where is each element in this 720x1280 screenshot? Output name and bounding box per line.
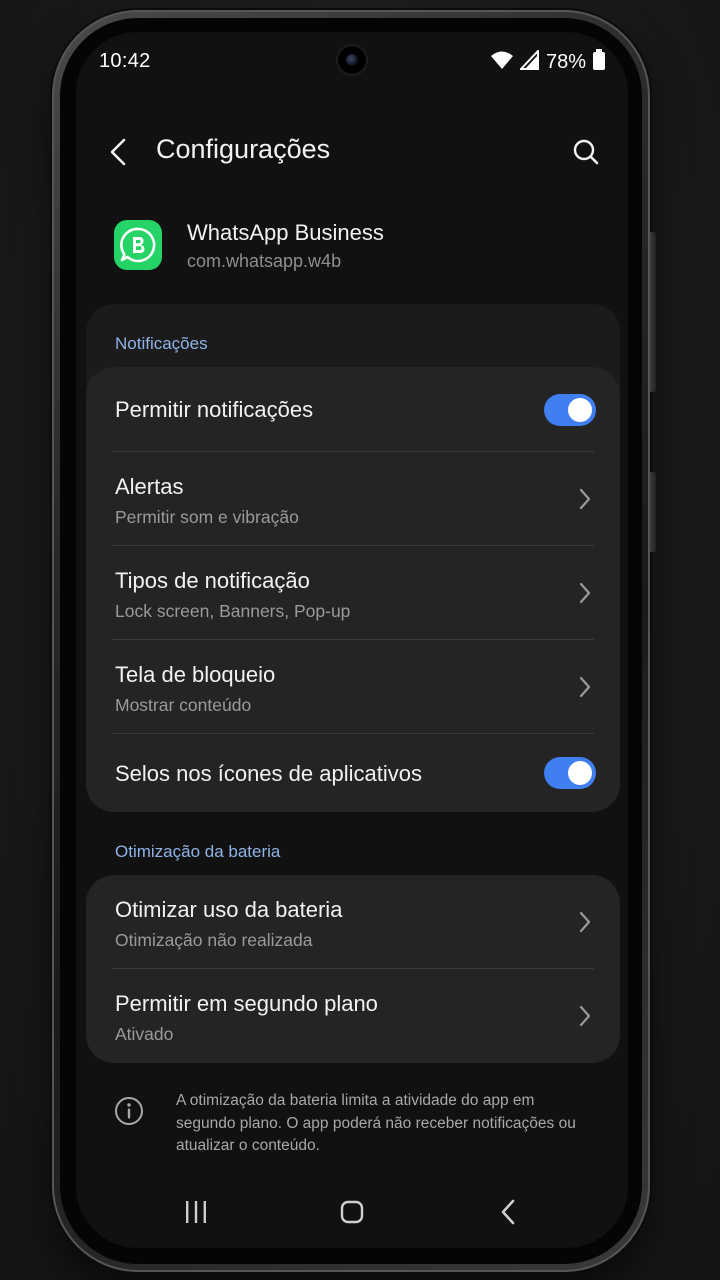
row-title: Tipos de notificação [115, 568, 310, 593]
volume-button [650, 232, 656, 392]
front-camera [338, 46, 366, 74]
search-icon [573, 139, 599, 165]
device-mockup: 10:42 78% Configurações WhatsApp Busines… [0, 0, 720, 1280]
app-bar: Configurações [76, 128, 628, 180]
chevron-right-icon [579, 1005, 591, 1027]
list-item-permitir-notificacoes[interactable]: Permitir notificações [86, 367, 620, 452]
app-info: WhatsApp Business com.whatsapp.w4b [114, 218, 598, 278]
navigation-bar [76, 1182, 628, 1242]
battery-card: Otimizar uso da bateria Otimização não r… [86, 875, 620, 1063]
list-item-otimizar-uso[interactable]: Otimizar uso da bateria Otimização não r… [86, 875, 620, 969]
list-item-tela-de-bloqueio[interactable]: Tela de bloqueio Mostrar conteúdo [86, 640, 620, 734]
row-title: Permitir em segundo plano [115, 991, 378, 1016]
notifications-card: Permitir notificações Alertas Permitir s… [86, 367, 620, 812]
info-icon [115, 1097, 143, 1125]
nav-back-button[interactable] [488, 1194, 528, 1230]
battery-percent: 78% [545, 50, 586, 73]
page-title: Configurações [156, 134, 331, 164]
row-subtitle: Lock screen, Banners, Pop-up [115, 601, 351, 621]
section-header-notifications: Notificações [115, 334, 208, 353]
row-subtitle: Mostrar conteúdo [115, 695, 252, 715]
toggle-knob [568, 761, 592, 785]
screen: 10:42 78% Configurações WhatsApp Busines… [76, 32, 628, 1248]
status-bar: 10:42 78% [76, 32, 628, 92]
back-icon [501, 1199, 515, 1225]
recents-icon [186, 1201, 206, 1223]
row-title: Permitir notificações [115, 397, 314, 422]
row-subtitle: Otimização não realizada [115, 930, 313, 950]
chevron-right-icon [579, 582, 591, 604]
whatsapp-business-icon [114, 220, 162, 270]
status-time: 10:42 [99, 50, 151, 72]
row-title: Otimizar uso da bateria [115, 897, 343, 922]
info-text: A otimização da bateria limita a ativida… [176, 1092, 576, 1154]
notifications-toggle[interactable] [544, 393, 596, 426]
list-item-segundo-plano[interactable]: Permitir em segundo plano Ativado [86, 969, 620, 1063]
wifi-icon [490, 50, 514, 75]
power-button [650, 472, 656, 552]
row-subtitle: Permitir som e vibração [115, 507, 299, 527]
app-package: com.whatsapp.w4b [187, 251, 342, 271]
section-header-battery: Otimização da bateria [115, 842, 281, 861]
back-arrow-icon [110, 138, 126, 166]
home-button[interactable] [332, 1194, 372, 1230]
app-name: WhatsApp Business [187, 220, 384, 245]
list-item-alertas[interactable]: Alertas Permitir som e vibração [86, 452, 620, 546]
battery-icon [592, 48, 606, 76]
list-item-tipos-de-notificacao[interactable]: Tipos de notificação Lock screen, Banner… [86, 546, 620, 640]
list-item-selos-nos-icones[interactable]: Selos nos ícones de aplicativos [86, 734, 620, 812]
back-button[interactable] [98, 132, 138, 172]
toggle-knob [568, 397, 592, 422]
status-icons: 78% [490, 47, 606, 76]
row-subtitle: Ativado [115, 1024, 174, 1044]
row-title: Tela de bloqueio [115, 662, 276, 687]
chevron-right-icon [579, 676, 591, 698]
chevron-right-icon [579, 488, 591, 510]
search-button[interactable] [564, 130, 608, 174]
row-title: Selos nos ícones de aplicativos [115, 761, 422, 786]
chevron-right-icon [579, 911, 591, 933]
recents-button[interactable] [176, 1194, 216, 1230]
row-title: Alertas [115, 474, 184, 499]
signal-icon [518, 47, 540, 75]
home-icon [340, 1200, 364, 1224]
badges-toggle[interactable] [544, 757, 596, 789]
